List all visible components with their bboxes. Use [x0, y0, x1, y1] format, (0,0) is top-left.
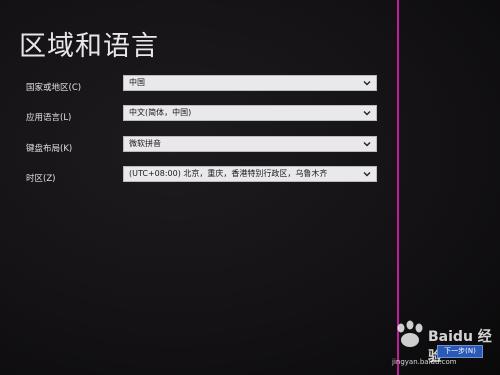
app-language-select[interactable]: 中文(简体，中国) — [123, 105, 377, 121]
country-region-value: 中国 — [129, 78, 145, 87]
chevron-down-icon — [363, 142, 371, 147]
time-zone-select[interactable]: (UTC+08:00) 北京，重庆，香港特别行政区，乌鲁木齐 — [123, 166, 377, 182]
chevron-down-icon — [363, 111, 371, 116]
time-zone-label: 时区(Z) — [26, 174, 56, 184]
watermark-url: jingyan.baidu.com — [392, 358, 457, 366]
country-region-label: 国家或地区(C) — [26, 83, 82, 93]
keyboard-layout-select[interactable]: 微软拼音 — [123, 136, 377, 152]
chevron-down-icon — [363, 81, 371, 86]
chevron-down-icon — [363, 172, 371, 177]
next-button[interactable]: 下一步(N) — [437, 345, 483, 358]
setup-screen: 区域和语言 国家或地区(C) 中国 应用语言(L) 中文(简体，中国) 键盘布局… — [0, 0, 500, 375]
keyboard-layout-value: 微软拼音 — [129, 139, 161, 148]
time-zone-value: (UTC+08:00) 北京，重庆，香港特别行政区，乌鲁木齐 — [129, 169, 328, 178]
baidu-watermark: Baidu 经验 jingyan.baidu.com — [390, 318, 494, 368]
app-language-value: 中文(简体，中国) — [129, 108, 192, 117]
keyboard-layout-label: 键盘布局(K) — [26, 144, 73, 154]
page-title: 区域和语言 — [19, 31, 159, 62]
paw-logo-icon — [397, 320, 423, 347]
app-language-label: 应用语言(L) — [26, 113, 72, 123]
country-region-select[interactable]: 中国 — [123, 75, 377, 91]
